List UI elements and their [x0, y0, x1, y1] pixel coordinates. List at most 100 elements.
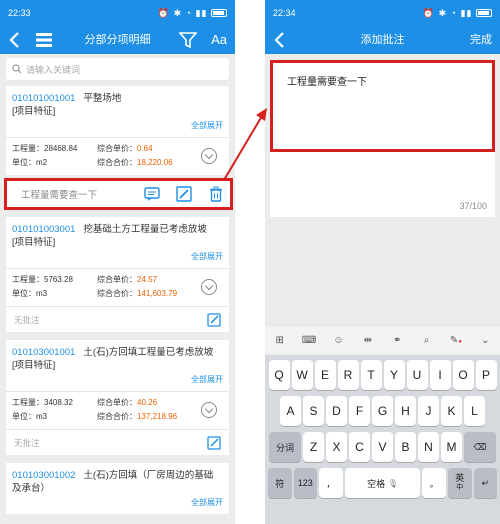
key-x[interactable]: X	[326, 432, 347, 462]
key-m[interactable]: M	[441, 432, 462, 462]
key-a[interactable]: A	[280, 396, 301, 426]
trash-icon[interactable]	[208, 186, 224, 202]
quantity: 工程量：3408.32	[12, 398, 73, 407]
lang-en: 英	[455, 473, 465, 483]
keyboard-row-2: ASDFGHJKL	[267, 396, 498, 426]
key-b[interactable]: B	[395, 432, 416, 462]
number-key[interactable]: 123	[293, 468, 318, 498]
unit: 单位：m3	[12, 412, 48, 421]
emoji-icon[interactable]: ☺	[330, 335, 346, 346]
item-name: 挖基础土方工程量已考虑放坡	[83, 224, 207, 235]
key-c[interactable]: C	[349, 432, 370, 462]
key-t[interactable]: T	[360, 360, 382, 390]
unit-price-label: 综合单价：	[97, 275, 137, 284]
keyboard-row-3: 分词 ZXCVBNM ⌫	[267, 432, 498, 462]
keyboard-icon[interactable]: ⌨	[301, 335, 317, 346]
key-u[interactable]: U	[406, 360, 428, 390]
key-y[interactable]: Y	[383, 360, 405, 390]
search-input[interactable]: 请输入关键词	[6, 58, 229, 80]
collapse-keyboard-icon[interactable]: ⌄	[477, 335, 493, 346]
expand-all-link[interactable]: 全部展开	[12, 118, 223, 135]
key-l[interactable]: L	[464, 396, 485, 426]
lang-zh: 中	[456, 484, 464, 491]
cursor-icon[interactable]: ⇹	[360, 335, 376, 346]
key-v[interactable]: V	[372, 432, 393, 462]
item-code: 010101003001	[12, 224, 76, 235]
edit-icon[interactable]	[207, 312, 221, 327]
right-phone-screen: 22:34 ⏰ ✱ ◔ ▮▮ 添加批注 完成 工程量需要查一下 37/100 ⊞…	[265, 0, 500, 524]
font-size-button[interactable]: Aa	[211, 26, 227, 54]
key-h[interactable]: H	[395, 396, 416, 426]
skin-icon[interactable]: ✎●	[448, 335, 464, 346]
annotation-textarea[interactable]: 工程量需要查一下 37/100	[270, 60, 495, 217]
key-r[interactable]: R	[337, 360, 359, 390]
key-f[interactable]: F	[349, 396, 370, 426]
list-item[interactable]: 010101001001 平整场地 [项目特征] 全部展开 工程量：28468.8…	[6, 86, 229, 175]
search-icon[interactable]: ⌕	[419, 335, 435, 346]
key-z[interactable]: Z	[303, 432, 324, 462]
mic-icon: 🎙	[387, 478, 398, 488]
symbol-key[interactable]: 符	[267, 468, 292, 498]
key-q[interactable]: Q	[268, 360, 290, 390]
status-icons: ⏰ ✱ ◔ ▮▮	[158, 8, 227, 19]
key-g[interactable]: G	[372, 396, 393, 426]
unit: 单位：m3	[12, 289, 48, 298]
item-code: 010103001002	[12, 470, 76, 481]
chevron-down-icon[interactable]	[201, 279, 217, 295]
chevron-down-icon[interactable]	[201, 402, 217, 418]
grid-icon[interactable]: ⊞	[272, 335, 288, 346]
edit-icon[interactable]	[207, 435, 221, 450]
total-price: 141,603.79	[137, 289, 178, 298]
filter-icon[interactable]	[179, 31, 197, 49]
keyboard-toolbar: ⊞ ⌨ ☺ ⇹ ⚭ ⌕ ✎● ⌄	[265, 327, 500, 353]
key-p[interactable]: P	[475, 360, 497, 390]
done-button[interactable]: 完成	[470, 26, 492, 54]
annotation-input-text: 工程量需要查一下	[287, 77, 367, 88]
total-price: 137,218.96	[137, 412, 178, 421]
page-title: 添加批注	[360, 34, 405, 46]
key-s[interactable]: S	[303, 396, 324, 426]
key-d[interactable]: D	[326, 396, 347, 426]
enter-key[interactable]: ↵	[473, 468, 498, 498]
item-feature: 及承台）	[12, 483, 51, 494]
unit-price: 40.26	[137, 398, 158, 407]
list-item[interactable]: 010101003001 挖基础土方工程量已考虑放坡 [项目特征] 全部展开 工程…	[6, 217, 229, 332]
keyboard-row-1: QWERTYUIOP	[267, 360, 498, 390]
backspace-key[interactable]: ⌫	[464, 432, 496, 462]
annotation-row[interactable]: 工程量需要查一下	[4, 178, 233, 210]
nav-bar: 添加批注 完成	[265, 26, 500, 54]
key-k[interactable]: K	[441, 396, 462, 426]
item-name: 土(石)方回填工程量已考虑放坡	[83, 347, 214, 358]
unit-price: 24.57	[137, 275, 158, 284]
list-item[interactable]: 010103001002 土(石)方回填（厂房周边的基础 及承台） 全部展开	[6, 463, 229, 514]
key-e[interactable]: E	[314, 360, 336, 390]
status-bar: 22:34 ⏰ ✱ ◔ ▮▮	[265, 0, 500, 26]
key-n[interactable]: N	[418, 432, 439, 462]
space-label: 空格	[367, 478, 386, 489]
key-i[interactable]: I	[429, 360, 451, 390]
edit-icon[interactable]	[176, 186, 192, 202]
comma-key[interactable]: ，	[319, 468, 343, 498]
total-price: 18,220.06	[137, 158, 173, 167]
space-key[interactable]: 空格 🎙	[344, 468, 421, 498]
key-j[interactable]: J	[418, 396, 439, 426]
comment-icon[interactable]	[144, 186, 160, 202]
expand-all-link[interactable]: 全部展开	[12, 372, 223, 389]
chevron-down-icon[interactable]	[201, 148, 217, 164]
total-price-label: 综合合价：	[97, 289, 137, 298]
expand-all-link[interactable]: 全部展开	[12, 249, 223, 266]
list-item[interactable]: 010103001001 土(石)方回填工程量已考虑放坡 [项目特征] 全部展开 …	[6, 340, 229, 455]
segment-key[interactable]: 分词	[269, 432, 301, 462]
link-icon[interactable]: ⚭	[389, 335, 405, 346]
total-price-label: 综合合价：	[97, 158, 137, 167]
annotation-highlight: 工程量需要查一下	[270, 60, 495, 152]
period-key[interactable]: 。	[422, 468, 446, 498]
search-placeholder: 请输入关键词	[26, 64, 81, 75]
key-w[interactable]: W	[291, 360, 313, 390]
item-feature: [项目特征]	[12, 106, 56, 117]
key-o[interactable]: O	[452, 360, 474, 390]
expand-all-link[interactable]: 全部展开	[12, 495, 223, 512]
unit-price-label: 综合单价：	[97, 398, 137, 407]
language-key[interactable]: 英 中	[448, 468, 472, 498]
search-icon	[12, 64, 22, 74]
